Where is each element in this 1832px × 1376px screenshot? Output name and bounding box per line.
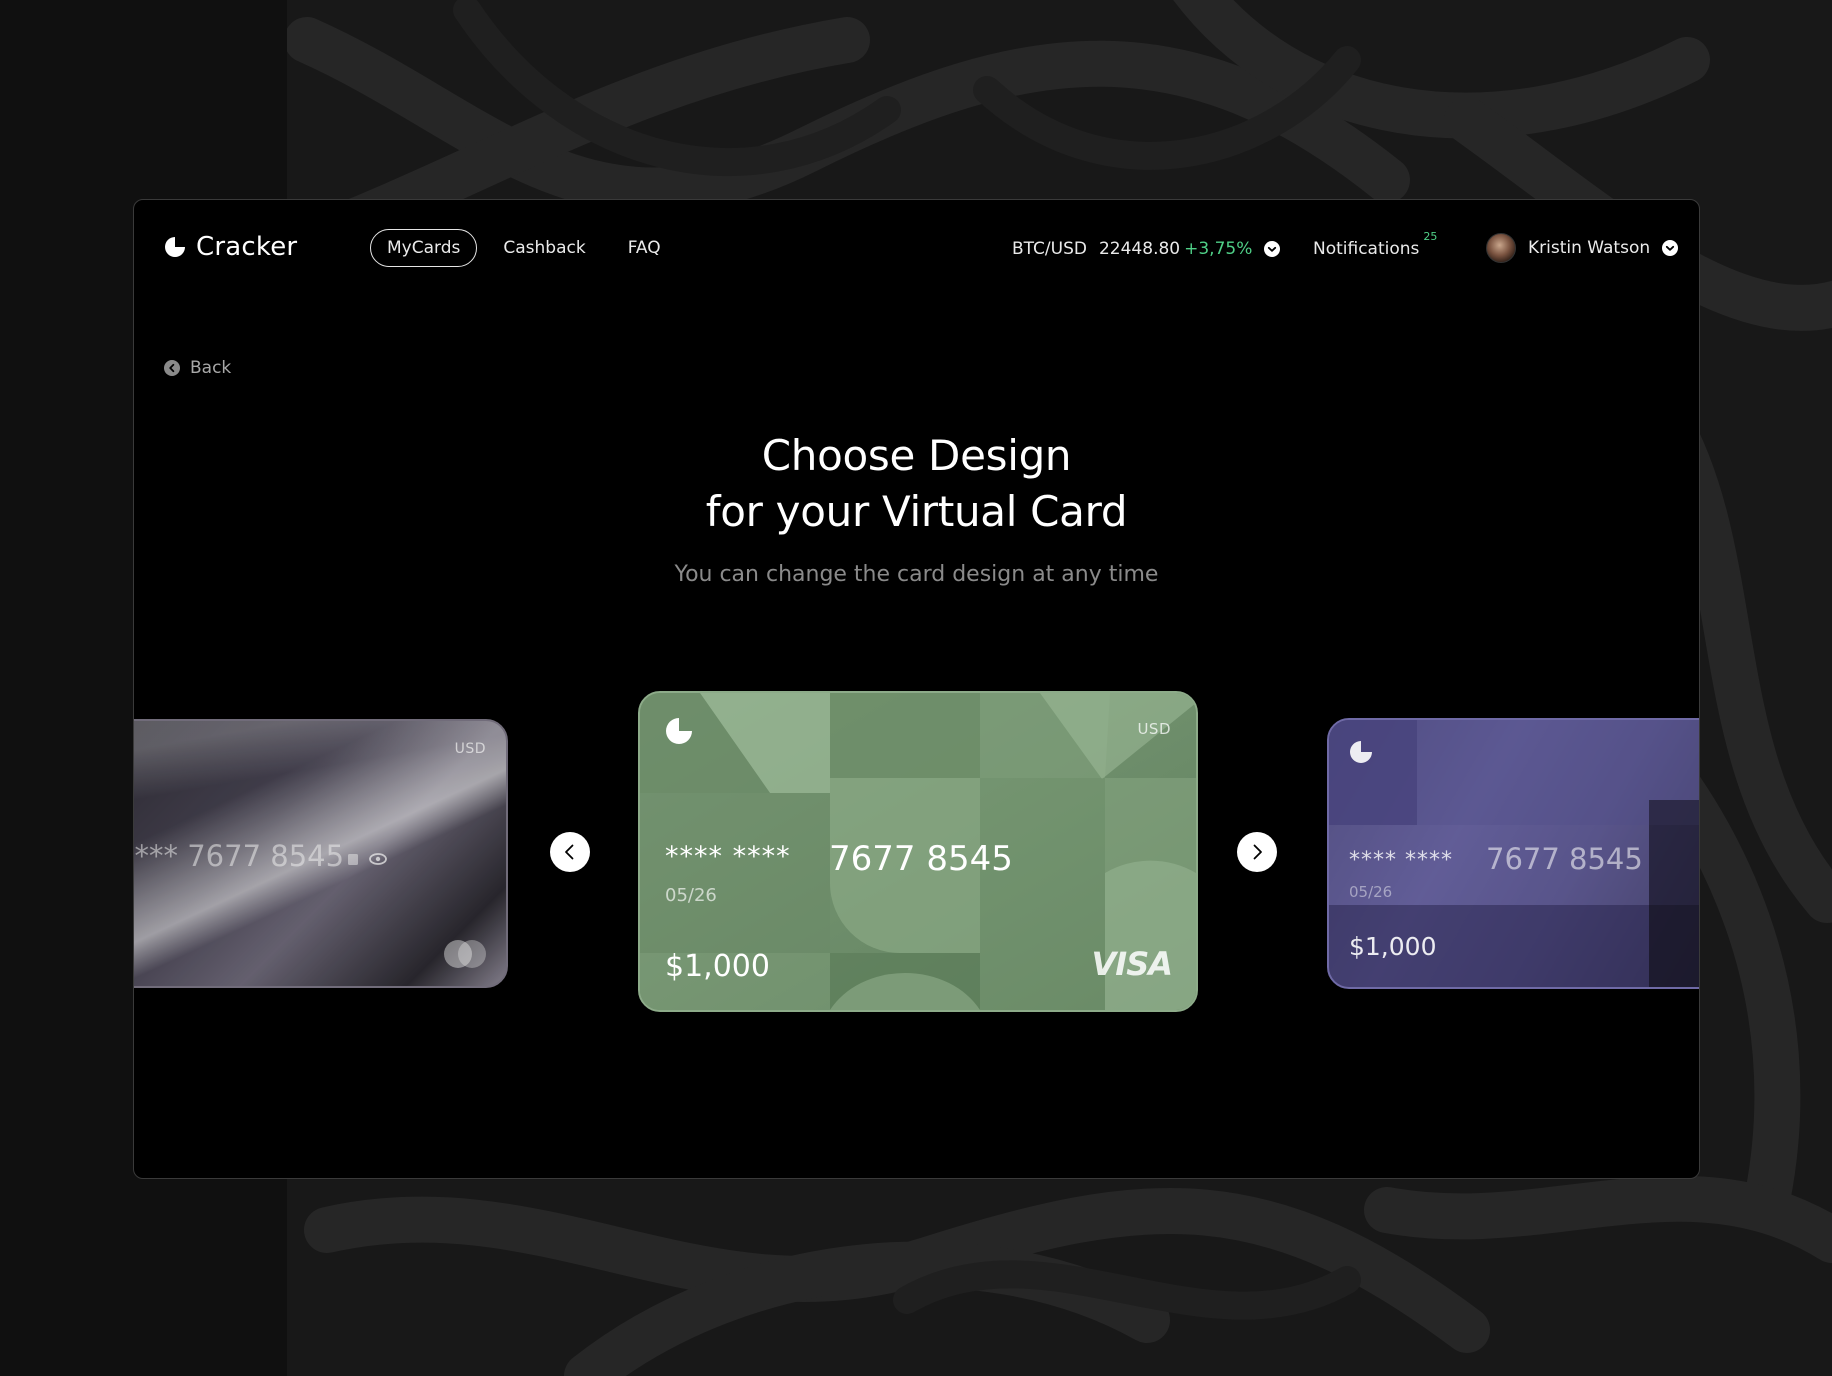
card-design-right[interactable]: **** **** 7677 8545 05/26 $1,000 xyxy=(1327,718,1699,989)
page-title-line1: Choose Design xyxy=(761,431,1072,480)
card-number: **** 7677 8545 xyxy=(133,839,345,873)
logo-icon xyxy=(165,237,185,257)
btc-ticker[interactable]: BTC/USD 22448.80 +3,75% xyxy=(1012,239,1281,259)
avatar xyxy=(1486,233,1516,263)
ticker-change: +3,75% xyxy=(1184,239,1253,259)
copy-icon xyxy=(348,854,358,865)
mastercard-icon xyxy=(444,940,486,968)
back-label: Back xyxy=(190,358,232,378)
card-balance: $1,000 xyxy=(1349,932,1437,961)
card-number-masked: **** **** xyxy=(665,841,791,872)
nav-item-mycards[interactable]: MyCards xyxy=(370,229,478,267)
notifications-label: Notifications xyxy=(1313,239,1420,259)
card-number-masked: **** **** xyxy=(1349,848,1453,873)
page-subtitle: You can change the card design at any ti… xyxy=(674,562,1159,587)
card-currency: USD xyxy=(1137,720,1171,738)
card-design-center[interactable]: USD **** **** 7677 8545 05/26 $1,000 VIS… xyxy=(638,691,1198,1012)
card-design-left[interactable]: USD **** 7677 8545 S xyxy=(133,719,508,988)
app-name: Cracker xyxy=(196,232,298,262)
app-window: Cracker MyCards Cashback FAQ BTC/USD 224… xyxy=(133,199,1700,1179)
chevron-right-icon xyxy=(1253,844,1262,860)
back-button[interactable]: Back xyxy=(164,358,231,378)
card-currency: USD xyxy=(454,741,486,757)
chevron-down-circle-icon[interactable] xyxy=(1662,240,1679,256)
card-logo-icon xyxy=(1350,741,1372,763)
nav-item-faq[interactable]: FAQ xyxy=(612,229,677,267)
card-actions-icons xyxy=(348,853,387,865)
card-number-visible: 7677 8545 xyxy=(829,839,1013,879)
carousel-next-button[interactable] xyxy=(1237,832,1277,872)
card-expiry: 05/26 xyxy=(1349,883,1393,901)
chevron-down-circle-icon[interactable] xyxy=(1264,241,1281,257)
top-navigation-bar: Cracker MyCards Cashback FAQ BTC/USD 224… xyxy=(134,200,1699,300)
card-balance: $1,000 xyxy=(665,949,770,984)
card-expiry: 05/26 xyxy=(665,885,717,906)
page-title-line2: for your Virtual Card xyxy=(705,487,1128,536)
nav-item-cashback[interactable]: Cashback xyxy=(487,229,601,267)
page-title: Choose Design for your Virtual Card xyxy=(134,428,1699,540)
user-menu[interactable]: Kristin Watson xyxy=(1486,233,1679,263)
notifications-link[interactable]: Notifications 25 xyxy=(1313,230,1437,259)
main-nav: MyCards Cashback FAQ xyxy=(370,229,687,267)
ticker-pair: BTC/USD xyxy=(1012,239,1087,259)
chevron-left-icon xyxy=(565,844,574,860)
notifications-count-badge: 25 xyxy=(1423,230,1438,243)
card-logo-icon xyxy=(666,718,692,744)
logo[interactable]: Cracker xyxy=(164,232,297,262)
card-number-visible: 7677 8545 xyxy=(1486,842,1643,876)
ticker-price: 22448.80 xyxy=(1098,239,1181,259)
back-arrow-icon xyxy=(164,360,180,376)
carousel-prev-button[interactable] xyxy=(550,832,590,872)
user-name: Kristin Watson xyxy=(1528,238,1651,258)
visa-logo: VISA xyxy=(1091,945,1173,983)
